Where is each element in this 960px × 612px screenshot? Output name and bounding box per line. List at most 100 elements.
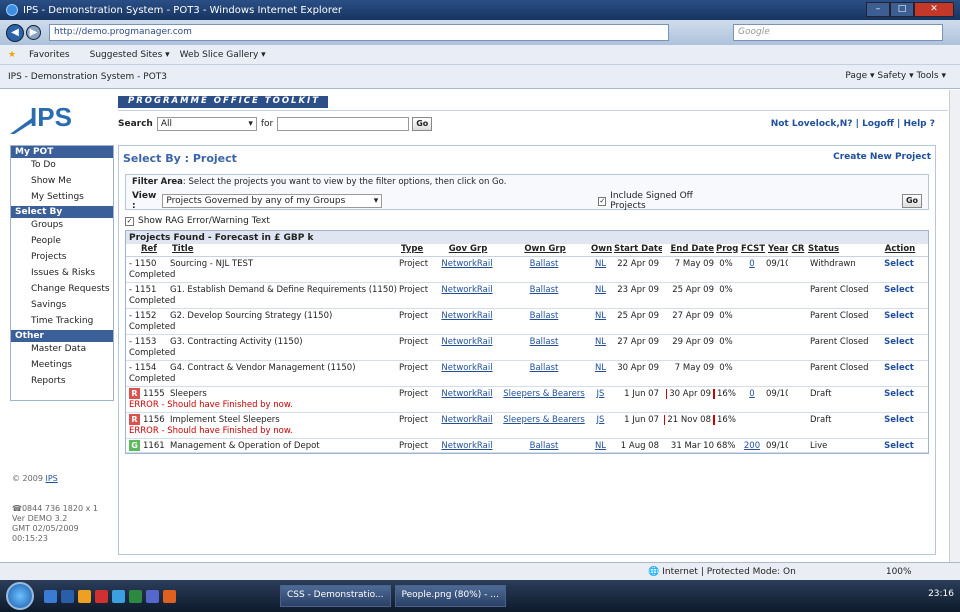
select-link[interactable]: Select — [878, 259, 920, 269]
quick-launch-icon[interactable] — [44, 589, 57, 603]
own-group-link[interactable]: Ballast — [499, 259, 589, 269]
web-slice-gallery[interactable]: Web Slice Gallery ▾ — [180, 50, 266, 60]
maximize-button[interactable]: □ — [890, 2, 914, 17]
sidebar-item[interactable]: Show Me — [11, 174, 113, 190]
gov-group-link[interactable]: NetworkRail — [435, 337, 499, 347]
own-group-link[interactable]: Ballast — [499, 363, 589, 373]
column-header[interactable]: Own Grp — [499, 244, 589, 256]
sidebar-item[interactable]: My Settings — [11, 190, 113, 206]
select-link[interactable]: Select — [878, 389, 920, 399]
owner-link[interactable]: NL — [589, 337, 612, 347]
column-header[interactable]: Gov Grp — [435, 244, 499, 256]
browser-tab[interactable]: IPS - Demonstration System - POT3 — [8, 72, 167, 82]
gov-group-link[interactable]: NetworkRail — [435, 389, 499, 399]
sidebar-item[interactable]: Projects — [11, 250, 113, 266]
forecast-link[interactable]: 0 — [738, 389, 766, 399]
select-link[interactable]: Select — [878, 285, 920, 295]
own-group-link[interactable]: Ballast — [499, 285, 589, 295]
sidebar-item[interactable]: Groups — [11, 218, 113, 234]
gov-group-link[interactable]: NetworkRail — [435, 363, 499, 373]
column-header[interactable]: Start Date — [612, 244, 662, 256]
quick-launch-icon[interactable] — [112, 589, 125, 603]
quick-launch-icon[interactable] — [95, 589, 108, 603]
select-link[interactable]: Select — [878, 415, 920, 425]
checkbox-checked[interactable]: ✓ — [598, 196, 607, 206]
taskbar-button[interactable]: People.png (80%) - ... — [394, 585, 506, 607]
column-header[interactable]: Year — [766, 244, 788, 256]
sidebar-item[interactable]: Time Tracking — [11, 314, 113, 330]
owner-link[interactable]: NL — [589, 311, 612, 321]
close-button[interactable]: ✕ — [914, 2, 954, 17]
quick-launch-icon[interactable] — [78, 589, 91, 603]
filter-go-button[interactable]: Go — [901, 194, 922, 208]
column-header[interactable]: Prog — [714, 244, 738, 256]
sidebar-item[interactable]: Master Data — [11, 342, 113, 358]
url-field[interactable]: http://demo.progmanager.com — [49, 24, 669, 41]
clock[interactable]: 23:16 — [928, 589, 954, 599]
sidebar-item[interactable]: To Do — [11, 158, 113, 174]
zoom-level[interactable]: 100% — [886, 567, 912, 577]
column-header[interactable]: FCST — [738, 244, 766, 256]
rag-toggle[interactable]: ✓ Show RAG Error/Warning Text — [125, 216, 270, 226]
sidebar-item[interactable]: People — [11, 234, 113, 250]
owner-link[interactable]: JS — [589, 415, 612, 425]
forward-button[interactable]: ▶ — [26, 25, 41, 40]
column-header[interactable]: Type — [399, 244, 435, 256]
own-group-link[interactable]: Ballast — [499, 337, 589, 347]
gov-group-link[interactable]: NetworkRail — [435, 259, 499, 269]
create-project-link[interactable]: Create New Project — [833, 152, 931, 162]
column-header[interactable]: Title — [170, 244, 399, 256]
quick-launch-icon[interactable] — [146, 589, 159, 603]
column-header[interactable]: Own — [589, 244, 612, 256]
quick-launch-icon[interactable] — [61, 589, 74, 603]
minimize-button[interactable]: – — [866, 2, 890, 17]
column-header[interactable]: End Date — [662, 244, 714, 256]
view-select[interactable]: Projects Governed by any of my Groups ▾ — [162, 194, 383, 208]
search-input[interactable] — [277, 117, 410, 131]
column-header[interactable]: Status — [806, 244, 878, 256]
quick-launch-icon[interactable] — [129, 589, 142, 603]
checkbox-checked[interactable]: ✓ — [125, 216, 134, 226]
back-button[interactable]: ◀ — [6, 23, 24, 42]
gov-group-link[interactable]: NetworkRail — [435, 415, 499, 425]
gov-group-link[interactable]: NetworkRail — [435, 441, 499, 451]
start-button[interactable] — [6, 582, 34, 610]
select-link[interactable]: Select — [878, 441, 920, 451]
sidebar-item[interactable]: Change Requests — [11, 282, 113, 298]
favorites-button[interactable]: ★ Favorites — [8, 50, 80, 60]
ips-link[interactable]: IPS — [45, 474, 57, 483]
own-group-link[interactable]: Sleepers & Bearers — [499, 415, 589, 425]
owner-link[interactable]: NL — [589, 285, 612, 295]
suggested-sites[interactable]: Suggested Sites ▾ — [90, 50, 170, 60]
select-link[interactable]: Select — [878, 337, 920, 347]
search-go-button[interactable]: Go — [412, 117, 433, 131]
owner-link[interactable]: NL — [589, 259, 612, 269]
help-icon[interactable]: ? — [930, 119, 935, 129]
command-bar[interactable]: Page ▾ Safety ▾ Tools ▾ — [845, 71, 946, 81]
column-header[interactable]: CR — [788, 244, 806, 256]
own-group-link[interactable]: Ballast — [499, 441, 589, 451]
select-link[interactable]: Select — [878, 311, 920, 321]
column-header[interactable]: Ref — [126, 244, 170, 256]
forecast-link[interactable]: 0 — [738, 259, 766, 269]
gov-group-link[interactable]: NetworkRail — [435, 285, 499, 295]
search-scope-select[interactable]: All ▾ — [156, 117, 257, 131]
quick-launch-icon[interactable] — [163, 589, 176, 603]
taskbar-button[interactable]: CSS - Demonstratio... — [280, 585, 391, 607]
sidebar-item[interactable]: Savings — [11, 298, 113, 314]
forecast-link[interactable]: 200 — [738, 441, 766, 451]
owner-link[interactable]: NL — [589, 441, 612, 451]
own-group-link[interactable]: Sleepers & Bearers — [499, 389, 589, 399]
column-header[interactable]: Action — [878, 244, 920, 256]
include-signed-off[interactable]: ✓ Include Signed Off Projects — [598, 191, 712, 211]
sidebar-item[interactable]: Reports — [11, 374, 113, 390]
owner-link[interactable]: JS — [589, 389, 612, 399]
user-links[interactable]: Not Lovelock,N? | Logoff | Help ? — [771, 119, 935, 129]
vertical-scrollbar[interactable] — [949, 90, 960, 562]
gov-group-link[interactable]: NetworkRail — [435, 311, 499, 321]
owner-link[interactable]: NL — [589, 363, 612, 373]
select-link[interactable]: Select — [878, 363, 920, 373]
search-box[interactable]: Google — [733, 24, 943, 41]
own-group-link[interactable]: Ballast — [499, 311, 589, 321]
sidebar-item[interactable]: Issues & Risks — [11, 266, 113, 282]
